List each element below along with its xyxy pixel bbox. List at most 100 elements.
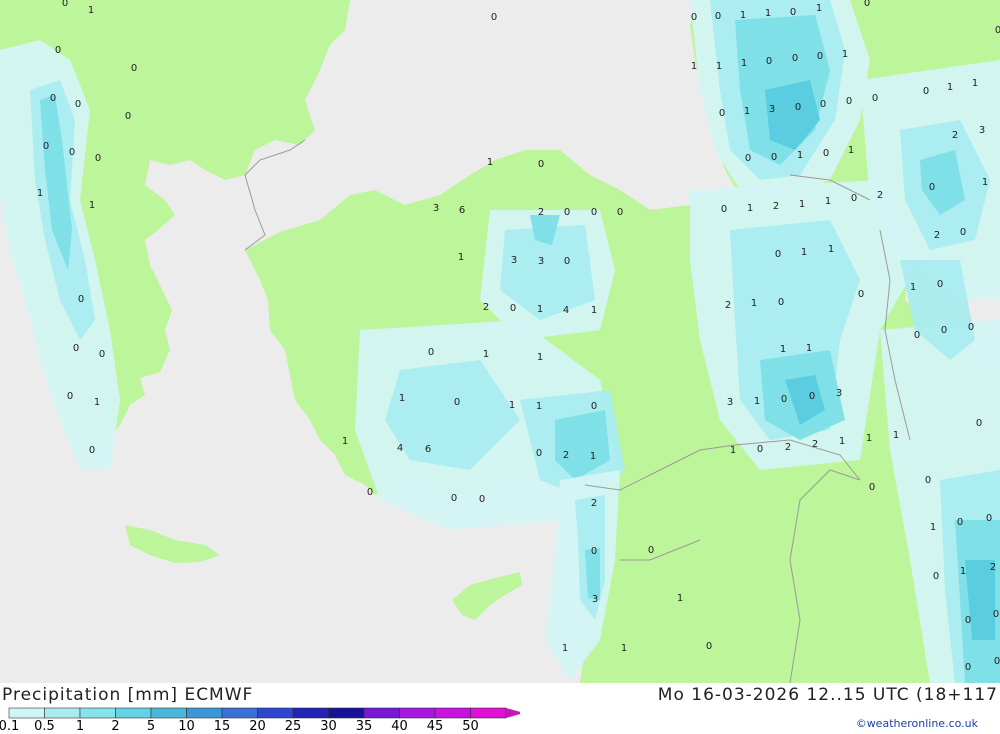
- precip-value-label: 0: [994, 656, 1000, 667]
- precip-value-label: 0: [965, 662, 971, 673]
- precip-value-label: 1: [458, 252, 464, 263]
- precip-value-label: 1: [747, 203, 753, 214]
- scale-tick-label: 5: [146, 719, 156, 734]
- precip-value-label: 0: [976, 418, 982, 429]
- precip-value-label: 3: [511, 255, 517, 266]
- precip-value-label: 0: [925, 475, 931, 486]
- precip-value-label: 0: [766, 56, 772, 67]
- scale-swatch-4: [150, 707, 187, 719]
- scale-swatch-3: [115, 707, 152, 719]
- scale-swatch-0: [8, 707, 45, 719]
- precip-value-label: 0: [792, 53, 798, 64]
- precip-value-label: 0: [367, 487, 373, 498]
- precip-value-label: 0: [993, 609, 999, 620]
- precip-value-label: 0: [721, 204, 727, 215]
- map-title: Precipitation [mm] ECMWF: [2, 685, 254, 705]
- precip-value-label: 1: [94, 397, 100, 408]
- precip-value-label: 1: [799, 199, 805, 210]
- precip-value-label: 1: [730, 445, 736, 456]
- precip-value-label: 0: [591, 401, 597, 412]
- precip-value-label: 1: [754, 396, 760, 407]
- precip-value-label: 3: [592, 594, 598, 605]
- precip-value-label: 0: [131, 63, 137, 74]
- scale-swatch-10: [363, 707, 400, 719]
- forecast-datetime: Mo 16-03-2026 12..15 UTC (18+117: [657, 685, 998, 705]
- precip-value-label: 1: [797, 150, 803, 161]
- precip-value-label: 0: [923, 86, 929, 97]
- precip-value-label: 0: [965, 615, 971, 626]
- precip-value-label: 0: [790, 7, 796, 18]
- precip-value-label: 1: [399, 393, 405, 404]
- precip-value-label: 1: [677, 593, 683, 604]
- precip-value-label: 1: [716, 61, 722, 72]
- precip-value-label: 1: [37, 188, 43, 199]
- precip-value-label: 2: [952, 130, 958, 141]
- precip-value-label: 0: [851, 193, 857, 204]
- scale-tick-label: 0.5: [34, 719, 55, 734]
- precip-value-label: 1: [960, 566, 966, 577]
- precip-value-label: 0: [454, 397, 460, 408]
- precip-value-label: 3: [727, 397, 733, 408]
- precip-value-label: 3: [769, 104, 775, 115]
- scale-swatch-12: [434, 707, 471, 719]
- precip-value-label: 1: [839, 436, 845, 447]
- scale-swatch-7: [257, 707, 294, 719]
- precip-value-label: 4: [563, 305, 569, 316]
- precip-value-label: 0: [617, 207, 623, 218]
- precip-value-label: 0: [872, 93, 878, 104]
- precip-value-label: 0: [869, 482, 875, 493]
- precip-value-label: 2: [483, 302, 489, 313]
- site-credit[interactable]: ©weatheronline.co.uk: [856, 717, 978, 730]
- scale-arrow: [506, 708, 520, 718]
- precip-value-label: 1: [801, 247, 807, 258]
- precip-value-label: 1: [562, 643, 568, 654]
- precip-value-label: 0: [823, 148, 829, 159]
- scale-tick-label: 50: [462, 719, 479, 734]
- precip-value-label: 0: [858, 289, 864, 300]
- precip-value-label: 0: [99, 349, 105, 360]
- precip-value-label: 0: [75, 99, 81, 110]
- precip-value-label: 0: [719, 108, 725, 119]
- precip-value-label: 0: [648, 545, 654, 556]
- precip-value-label: 1: [691, 61, 697, 72]
- precip-value-label: 1: [741, 58, 747, 69]
- precip-value-label: 1: [88, 5, 94, 16]
- precip-value-label: 0: [95, 153, 101, 164]
- precip-value-label: 2: [934, 230, 940, 241]
- precip-value-label: 0: [820, 99, 826, 110]
- scale-tick-label: 10: [178, 719, 195, 734]
- precip-value-label: 1: [591, 305, 597, 316]
- precip-value-label: 6: [425, 444, 431, 455]
- precip-value-label: 1: [828, 244, 834, 255]
- scale-swatch-13: [470, 707, 507, 719]
- precip-value-label: 0: [809, 391, 815, 402]
- precip-value-label: 0: [536, 448, 542, 459]
- precip-value-label: 0: [125, 111, 131, 122]
- precip-value-label: 2: [877, 190, 883, 201]
- scale-swatch-1: [44, 707, 81, 719]
- precip-value-label: 3: [433, 203, 439, 214]
- precip-value-label: 1: [982, 177, 988, 188]
- precip-value-label: 1: [866, 433, 872, 444]
- precip-value-label: 1: [765, 8, 771, 19]
- scale-tick-label: 20: [249, 719, 266, 734]
- scale-tick-label: 30: [320, 719, 337, 734]
- scale-swatch-8: [292, 707, 329, 719]
- precip-value-label: 1: [89, 200, 95, 211]
- scale-swatch-5: [186, 707, 223, 719]
- precip-value-label: 0: [479, 494, 485, 505]
- scale-labels: 0.1 0.5 1 2 5 10 15 20 25 30 35 40 45 50: [0, 719, 520, 734]
- precip-value-label: 2: [538, 207, 544, 218]
- scale-tick-label: 40: [391, 719, 408, 734]
- map-footer: Precipitation [mm] ECMWF Mo 16-03-2026 1…: [0, 683, 1000, 734]
- precipitation-map: 0 1 0 0 0 1 1 0 1 0 0 0 0 1 1 1 0 0 0 1 1 1 0 0 0 0 1 3 0 0 0 0 0 0 0 0 0 0 1 0…: [0, 0, 1000, 684]
- precip-value-label: 0: [960, 227, 966, 238]
- precip-value-label: 1: [342, 436, 348, 447]
- precip-value-label: 0: [50, 93, 56, 104]
- precip-value-label: 1: [537, 352, 543, 363]
- precip-value-label: 2: [990, 562, 996, 573]
- precip-value-label: 2: [812, 439, 818, 450]
- precip-value-label: 0: [510, 303, 516, 314]
- precip-value-label: 0: [957, 517, 963, 528]
- precip-value-label: 0: [781, 394, 787, 405]
